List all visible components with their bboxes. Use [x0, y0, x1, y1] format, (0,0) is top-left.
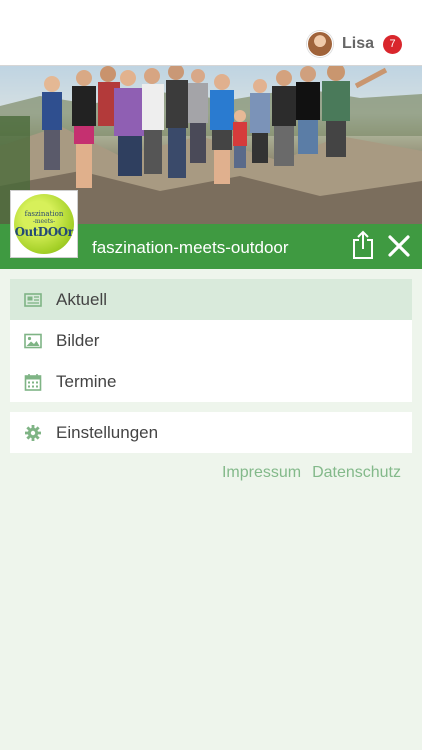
top-bar: Lisa 7 [0, 0, 422, 66]
newspaper-icon [24, 292, 42, 307]
user-name[interactable]: Lisa [342, 35, 374, 53]
user-profile[interactable]: Lisa 7 [306, 30, 402, 58]
share-icon[interactable] [350, 230, 376, 260]
impressum-link[interactable]: Impressum [222, 464, 301, 482]
settings-menu: Einstellungen [10, 412, 412, 453]
footer-links: Impressum Datenschutz [211, 464, 401, 482]
menu-label-termine: Termine [56, 371, 117, 391]
menu-label-bilder: Bilder [56, 330, 100, 350]
menu-item-termine[interactable]: Termine [10, 361, 412, 402]
menu-item-bilder[interactable]: Bilder [10, 320, 412, 361]
menu-label-einstellungen: Einstellungen [56, 422, 159, 442]
calendar-icon [24, 373, 42, 391]
close-icon[interactable] [386, 233, 412, 259]
menu-item-aktuell[interactable]: Aktuell [10, 279, 412, 320]
logo-badge: faszination -meets- OutDOOr [14, 194, 74, 254]
group-name: faszination-meets-outdoor [92, 238, 289, 257]
notification-badge[interactable]: 7 [383, 34, 402, 54]
logo-text-bottom: OutDOOr [14, 224, 74, 239]
main-menu: Aktuell Bilder Termine [10, 279, 412, 402]
avatar[interactable] [306, 31, 333, 57]
image-icon [24, 333, 42, 348]
logo-text-middle: -meets- [32, 217, 56, 225]
logo-text-top: faszination [24, 209, 64, 218]
group-logo: faszination -meets- OutDOOr [10, 190, 78, 258]
datenschutz-link[interactable]: Datenschutz [312, 464, 401, 482]
menu-label-aktuell: Aktuell [56, 289, 108, 309]
menu-item-einstellungen[interactable]: Einstellungen [10, 412, 412, 453]
gear-icon [25, 424, 41, 441]
